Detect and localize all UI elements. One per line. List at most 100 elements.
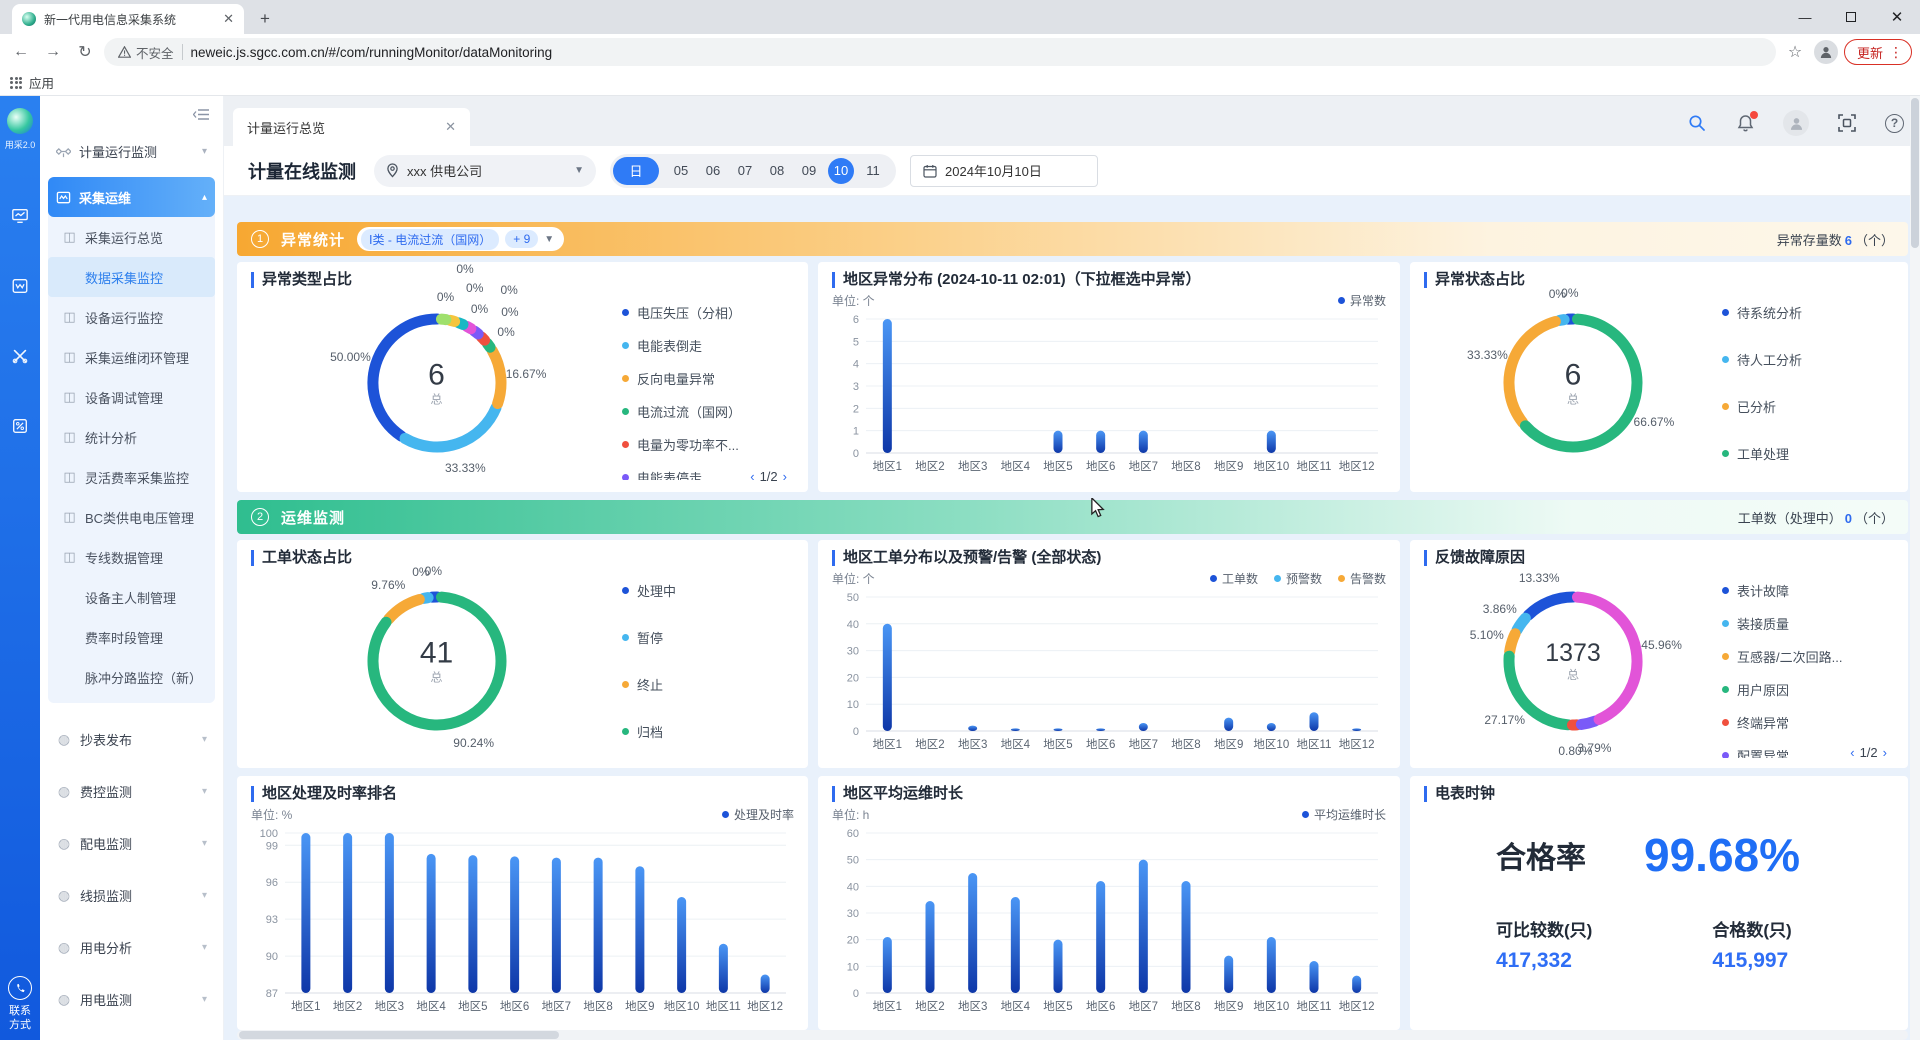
horizontal-scrollbar[interactable] [237, 1030, 1908, 1040]
tools-icon[interactable] [11, 347, 29, 365]
day-option[interactable]: 09 [793, 163, 825, 178]
legend-avg-duration: 平均运维时长 [1302, 806, 1386, 823]
period-day-pill[interactable]: 日 [613, 157, 659, 185]
svg-text:地区10: 地区10 [664, 1000, 700, 1013]
browser-tab[interactable]: 新一代用电信息采集系统 ✕ [12, 4, 244, 34]
apps-grid-icon[interactable] [10, 77, 22, 89]
sidebar-group-header[interactable]: 采集运维 ▴ [48, 177, 215, 217]
legend-item[interactable]: 电流过流（国网） [622, 395, 794, 428]
card-meter-clock: 电表时钟 合格率 99.68% 可比较数(只) 417,332 [1410, 776, 1908, 1030]
window-close-button[interactable]: ✕ [1874, 0, 1920, 34]
vertical-scrollbar[interactable] [1910, 96, 1920, 1040]
divider [182, 44, 183, 60]
legend-item[interactable]: 终止 [622, 668, 794, 701]
sidebar-collapse-icon[interactable] [193, 108, 209, 121]
bookmarks-apps-label[interactable]: 应用 [29, 73, 54, 92]
legend-item[interactable]: 告警数 [1338, 570, 1386, 587]
legend-item[interactable]: 处理及时率 [722, 806, 794, 823]
legend-item[interactable]: 暂停 [622, 621, 794, 654]
legend-item[interactable]: 终端异常 [1722, 706, 1894, 739]
legend-item[interactable]: 装接质量 [1722, 607, 1894, 640]
svg-text:地区5: 地区5 [458, 1000, 487, 1013]
legend-pager[interactable]: ‹1/2› [1845, 745, 1892, 760]
window-minimize-button[interactable]: — [1782, 0, 1828, 34]
sidebar-subitem[interactable]: 设备主人制管理 [48, 577, 215, 617]
legend-item[interactable]: 表计故障 [1722, 574, 1894, 607]
exception-filter-dropdown[interactable]: Ⅰ类 - 电流过流（国网） + 9 ▼ [357, 227, 564, 251]
sidebar-group-item[interactable]: ◍用电监测▾ [48, 973, 215, 1025]
notification-bell-icon[interactable] [1735, 113, 1755, 133]
day-option[interactable]: 11 [857, 163, 889, 178]
sidebar-group-item[interactable]: ◍抄表发布▾ [48, 713, 215, 765]
sidebar-item-metering-monitor[interactable]: 计量运行监测 ▾ [48, 131, 215, 171]
window-restore-button[interactable] [1828, 0, 1874, 34]
sidebar-subitem[interactable]: ◫灵活费率采集监控 [48, 457, 215, 497]
sidebar-group-item[interactable]: ◍用电分析▾ [48, 921, 215, 973]
terminal-box-icon[interactable] [11, 277, 29, 295]
legend-item[interactable]: 待人工分析 [1722, 343, 1894, 376]
legend-item[interactable]: 待系统分析 [1722, 296, 1894, 329]
sidebar-subitem[interactable]: 数据采集监控 [48, 257, 215, 297]
sidebar-subitem[interactable]: 费率时段管理 [48, 617, 215, 657]
sidebar-subitem[interactable]: ◫设备运行监控 [48, 297, 215, 337]
more-count-tag: + 9 [505, 230, 538, 248]
section-banner-ops: 2 运维监测 工单数（处理中）0（个） [237, 500, 1908, 534]
sidebar-subitem[interactable]: ◫采集运行总览 [48, 217, 215, 257]
refresh-button[interactable]: ↻ [72, 39, 98, 65]
search-icon[interactable] [1687, 113, 1707, 133]
tab-close-icon[interactable]: ✕ [445, 119, 456, 135]
legend-item[interactable]: 反向电量异常 [622, 362, 794, 395]
app-logo[interactable] [7, 108, 33, 134]
legend-pager[interactable]: ‹1/2› [745, 469, 792, 484]
day-option[interactable]: 06 [697, 163, 729, 178]
workspace-tab[interactable]: 计量运行总览 ✕ [233, 108, 470, 146]
sidebar-subitem[interactable]: ◫采集运维闭环管理 [48, 337, 215, 377]
meter-card-icon[interactable] [11, 417, 29, 435]
comparable-count: 可比较数(只) 417,332 [1496, 916, 1592, 973]
monitor-chart-icon[interactable] [11, 207, 29, 225]
profile-avatar[interactable] [1814, 40, 1838, 64]
menu-dots-icon[interactable]: ⋮ [1889, 44, 1903, 61]
legend-item[interactable]: 归档 [622, 715, 794, 748]
sidebar-group-item[interactable]: ◍配电监测▾ [48, 817, 215, 869]
legend-item[interactable]: 预警数 [1274, 570, 1322, 587]
legend-item[interactable]: 电量为零功率不... [622, 428, 794, 461]
new-tab-button[interactable]: + [252, 6, 278, 32]
day-option[interactable]: 08 [761, 163, 793, 178]
help-icon[interactable]: ? [1885, 114, 1904, 133]
sidebar-group-item[interactable]: ◍费控监测▾ [48, 765, 215, 817]
legend-item[interactable]: 互感器/二次回路... [1722, 640, 1894, 673]
legend-item[interactable]: 已分析 [1722, 390, 1894, 423]
day-option[interactable]: 05 [665, 163, 697, 178]
legend-item[interactable]: 平均运维时长 [1302, 806, 1386, 823]
sidebar-subitem[interactable]: ◫BC类供电电压管理 [48, 497, 215, 537]
sidebar-subitem[interactable]: ◫专线数据管理 [48, 537, 215, 577]
date-picker[interactable]: 2024年10月10日 [910, 155, 1098, 187]
sidebar-subitem[interactable]: 脉冲分路监控（新） [48, 657, 215, 697]
svg-text:地区7: 地区7 [1129, 460, 1158, 473]
tab-close-icon[interactable]: ✕ [223, 11, 234, 27]
bookmark-star-icon[interactable]: ☆ [1782, 39, 1808, 65]
legend-item[interactable]: 异常数 [1338, 292, 1386, 309]
chrome-update-button[interactable]: 更新 ⋮ [1844, 39, 1912, 65]
url-bar[interactable]: 不安全 neweic.js.sgcc.com.cn/#/com/runningM… [104, 38, 1776, 66]
sidebar-group-item[interactable]: ◍线损监测▾ [48, 869, 215, 921]
company-select[interactable]: xxx 供电公司 ▼ [374, 155, 596, 187]
legend-item[interactable]: 处理中 [622, 574, 794, 607]
day-option[interactable]: 07 [729, 163, 761, 178]
svg-text:87: 87 [266, 988, 278, 1000]
back-button[interactable]: ← [8, 39, 34, 65]
legend-item[interactable]: 工单处理 [1722, 437, 1894, 470]
sidebar-subitem[interactable]: ◫统计分析 [48, 417, 215, 457]
forward-button[interactable]: → [40, 39, 66, 65]
legend-item[interactable]: 工单数 [1210, 570, 1258, 587]
sidebar-subitem[interactable]: ◫设备调试管理 [48, 377, 215, 417]
legend-item[interactable]: 电能表倒走 [622, 329, 794, 362]
contact-button[interactable]: 联系方式 [8, 976, 32, 1032]
legend-item[interactable]: 用户原因 [1722, 673, 1894, 706]
day-option[interactable]: 10 [828, 158, 854, 184]
legend-item[interactable]: 电压失压（分相） [622, 296, 794, 329]
user-avatar[interactable] [1783, 110, 1809, 136]
fullscreen-icon[interactable] [1837, 113, 1857, 133]
security-indicator[interactable]: 不安全 [118, 43, 174, 62]
